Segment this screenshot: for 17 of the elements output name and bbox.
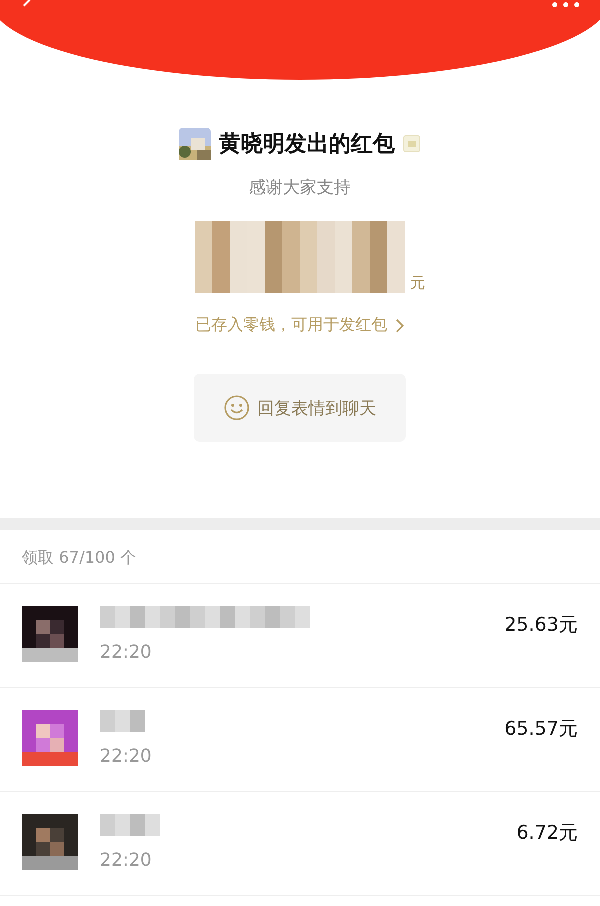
wallet-link[interactable]: 已存入零钱，可用于发红包 — [196, 315, 404, 336]
claim-amount: 25.63元 — [504, 613, 578, 638]
smiley-icon — [224, 395, 250, 421]
tag-icon — [403, 135, 421, 153]
claim-summary: 领取 67/100 个 — [0, 530, 600, 584]
claim-time: 22:20 — [100, 746, 153, 767]
chevron-icon — [396, 318, 404, 332]
claim-amount: 6.72元 — [516, 821, 578, 846]
more-icon[interactable] — [552, 2, 580, 8]
claim-time: 22:20 — [100, 642, 153, 663]
blessing-text: 感谢大家支持 — [249, 177, 351, 199]
claim-amount: 65.57元 — [504, 717, 578, 742]
packet-title: 黄晓明发出的红包 — [219, 131, 395, 159]
claim-time: 22:20 — [100, 850, 153, 871]
reply-button[interactable]: 回复表情到聊天 — [194, 374, 406, 442]
redacted-name — [100, 710, 145, 732]
currency-unit: 元 — [410, 274, 426, 293]
